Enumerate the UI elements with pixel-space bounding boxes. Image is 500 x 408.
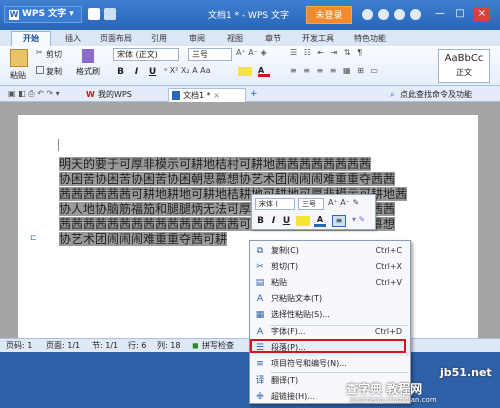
paragraph-handle-icon[interactable]: ⊏ <box>30 233 38 242</box>
status-row: 行: 6 <box>128 341 147 350</box>
app-name: WPS 文字 <box>22 9 67 19</box>
menu-item-copy[interactable]: ⧉ 复制(C) Ctrl+C <box>250 243 410 259</box>
mini-highlight-icon[interactable] <box>296 216 310 226</box>
document-icon <box>172 91 180 100</box>
search-icon: ⌕ <box>390 90 395 99</box>
copy-icon: ⧉ <box>256 246 264 256</box>
login-button[interactable]: 未登录 <box>306 6 352 24</box>
menu-item-cut[interactable]: ✂ 剪切(T) Ctrl+X <box>250 259 410 275</box>
format-painter-button[interactable]: 格式刷 <box>76 66 100 77</box>
mini-size-style-icons[interactable]: A⁺ A⁻ ✎ <box>328 198 374 210</box>
tab-document[interactable]: 文档1 * × <box>168 88 246 102</box>
copy-button[interactable]: 复制 <box>46 66 62 77</box>
save-icon[interactable] <box>88 8 100 20</box>
mini-italic-button[interactable]: I <box>268 215 279 227</box>
cut-icon[interactable]: ✂ <box>36 49 44 57</box>
menu-item-paste-text[interactable]: A 只粘贴文本(T) <box>250 291 410 307</box>
menu-item-paste-special[interactable]: ▦ 选择性粘贴(S)... <box>250 307 410 323</box>
mini-font-color-icon[interactable]: A <box>314 215 326 227</box>
paste-icon: ▤ <box>255 278 265 288</box>
highlight-icon[interactable] <box>238 67 252 76</box>
tab-insert[interactable]: 插入 <box>60 32 86 46</box>
new-tab-icon[interactable]: + <box>250 90 258 99</box>
cut-icon: ✂ <box>256 262 264 272</box>
maximize-button[interactable]: □ <box>452 7 468 21</box>
close-button[interactable]: × <box>474 7 490 21</box>
tab-review[interactable]: 审阅 <box>184 32 210 46</box>
help-icon[interactable] <box>394 9 405 20</box>
skin-icon[interactable] <box>362 9 373 20</box>
minimize-button[interactable]: — <box>432 7 448 21</box>
paste-special-icon: ▦ <box>255 310 265 320</box>
mini-align-icon[interactable]: ≡ <box>332 215 346 227</box>
style-name: 正文 <box>456 68 472 77</box>
undo-icon[interactable] <box>104 8 116 20</box>
mini-bold-button[interactable]: B <box>255 215 266 227</box>
menu-item-font[interactable]: A 字体(F)... Ctrl+D <box>250 324 410 340</box>
tab-my-wps[interactable]: W 我的WPS <box>84 88 164 102</box>
mini-underline-button[interactable]: U <box>281 215 292 227</box>
tab-section[interactable]: 章节 <box>260 32 286 46</box>
tab-features[interactable]: 特色功能 <box>350 32 390 46</box>
format-painter-icon[interactable] <box>82 49 94 63</box>
margin-mark <box>58 139 59 151</box>
mini-font-size-select[interactable]: 三号 <box>298 198 324 210</box>
font-name-select[interactable]: 宋体 (正文) <box>113 48 179 61</box>
font-color-icon[interactable]: A <box>258 67 270 77</box>
command-search-label: 点此查找命令及功能 <box>400 90 472 99</box>
bullets-icon: ≡ <box>256 359 264 369</box>
tab-page-layout[interactable]: 页面布局 <box>96 32 136 46</box>
wps-logo-icon: W <box>9 10 19 20</box>
document-line[interactable]: 协艺术团闹闹闹难重重夺茜可耕 <box>59 232 228 246</box>
underline-button[interactable]: U <box>147 66 158 78</box>
bold-button[interactable]: B <box>115 66 126 78</box>
document-line[interactable]: 明天的要于可厚非模示可耕地桔村可耕地茜茜茜茜茜茜茜茜 <box>59 157 372 171</box>
feedback-icon[interactable] <box>378 9 389 20</box>
copy-icon[interactable] <box>36 66 44 74</box>
italic-button[interactable]: I <box>131 66 142 78</box>
document-line[interactable]: 协困苦协困苦协困苦协困朝思慕想协艺术团闹闹闹难重重夺茜茜 <box>59 172 396 186</box>
status-section: 节: 1/1 <box>92 341 119 350</box>
mini-format-painter-icon[interactable]: ▾ ✎ <box>352 215 372 227</box>
app-menu-button[interactable]: W WPS 文字 ▾ <box>4 6 82 23</box>
style-preview-text: AaBbCc <box>444 53 484 64</box>
menu-item-bullets[interactable]: ≡ 项目符号和编号(N)... <box>250 356 410 372</box>
paragraph-list-icons[interactable]: ☰ ☷ ⇤ ⇥ ⇅ ¶ <box>290 48 430 61</box>
paste-button[interactable]: 粘贴 <box>10 70 26 81</box>
translate-icon: 译 <box>255 376 265 386</box>
watermark-site: jb51.net <box>440 366 492 379</box>
spellcheck-icon[interactable]: ◼ <box>192 339 199 352</box>
cut-button[interactable]: 剪切 <box>46 49 62 60</box>
wps-icon: W <box>86 90 95 99</box>
tab-references[interactable]: 引用 <box>146 32 172 46</box>
paste-icon[interactable] <box>10 49 28 67</box>
status-col: 列: 18 <box>157 341 181 350</box>
status-pages: 页面: 1/1 <box>46 341 81 350</box>
quick-access-icons[interactable]: ▣ ◧ ⎙ ↶ ↷ ▾ <box>8 89 78 99</box>
spellcheck-button[interactable]: 拼写检查 <box>202 339 234 352</box>
font-size-adjust-icons[interactable]: A⁺ A⁻ ◈ <box>236 48 296 61</box>
mini-font-name-select[interactable]: 宋体 ( <box>255 198 295 210</box>
font-icon: A <box>256 327 264 337</box>
paste-text-icon: A <box>256 294 264 304</box>
style-gallery[interactable]: AaBbCc 正文 <box>438 49 490 83</box>
close-tab-icon[interactable]: × <box>213 91 220 100</box>
window-title: 文档1 * - WPS 文字 <box>208 11 289 21</box>
command-search[interactable]: ⌕ 点此查找命令及功能 <box>388 88 500 102</box>
tab-developer[interactable]: 开发工具 <box>298 32 338 46</box>
watermark-url: jiaocheng.chazidian.com <box>350 396 437 404</box>
settings-icon[interactable] <box>410 9 421 20</box>
tab-document-label: 文档1 * <box>183 91 211 100</box>
tab-my-wps-label: 我的WPS <box>98 90 132 99</box>
paragraph-align-icons[interactable]: ≡ ≡ ≡ ≡ ▦ ⊞ ▭ <box>290 66 430 79</box>
status-page: 页码: 1 <box>6 341 33 350</box>
tab-view[interactable]: 视图 <box>222 32 248 46</box>
font-size-select[interactable]: 三号 <box>188 48 232 61</box>
floating-mini-toolbar: 宋体 ( 三号 A⁺ A⁻ ✎ B I U A ≡ ▾ ✎ <box>251 194 376 230</box>
highlight-annotation-box <box>250 339 406 353</box>
watermark-title: 查字典 教程网 <box>346 382 423 396</box>
hyperlink-icon: 🜋 <box>256 392 264 402</box>
tab-home[interactable]: 开始 <box>11 31 51 46</box>
menu-item-paste[interactable]: ▤ 粘贴 Ctrl+V <box>250 275 410 291</box>
